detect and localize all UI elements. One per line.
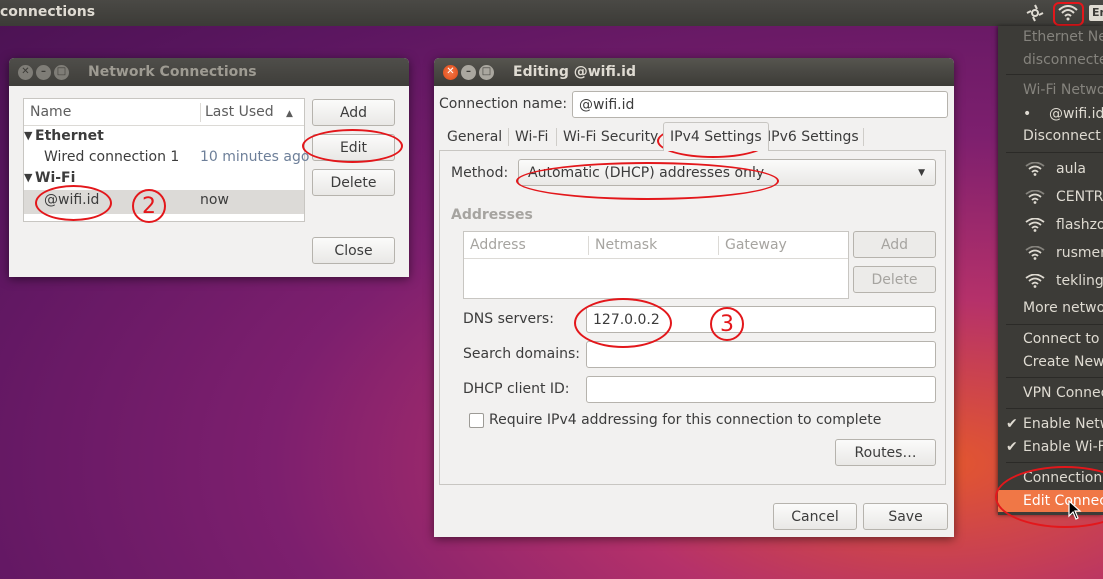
close-button[interactable]: Close: [312, 237, 395, 264]
wifi-item-annotation: [35, 185, 112, 221]
menu-enable-wifi[interactable]: ✔ Enable Wi-Fi: [998, 436, 1103, 458]
window-title: Network Connections: [88, 64, 257, 80]
minimize-icon[interactable]: –: [461, 64, 476, 80]
column-name[interactable]: Name: [30, 104, 71, 120]
tab-ipv6-settings[interactable]: IPv6 Settings: [761, 124, 865, 150]
search-domains-label: Search domains:: [463, 346, 580, 362]
require-ipv4-label: Require IPv4 addressing for this connect…: [489, 412, 882, 428]
addresses-table[interactable]: Address Netmask Gateway: [463, 231, 849, 299]
annotation-number-3: 3: [710, 307, 744, 341]
expander-icon: ▼: [24, 129, 33, 142]
sync-icon[interactable]: [1024, 3, 1046, 23]
maximize-icon[interactable]: □: [54, 64, 69, 80]
menu-network-tekling[interactable]: tekling: [998, 270, 1103, 292]
wifi-signal-icon: [1025, 189, 1045, 211]
expander-icon: ▼: [24, 171, 33, 184]
address-add-button[interactable]: Add: [853, 231, 936, 258]
network-menu: Ethernet Ne disconnecte Wi-Fi Netwo • @w…: [998, 26, 1103, 515]
menu-connect-hidden[interactable]: Connect to H: [998, 328, 1103, 350]
sort-arrow-icon: ▲: [286, 109, 293, 119]
network-connections-titlebar: ✕ – □ Network Connections: [9, 58, 409, 86]
close-icon[interactable]: ✕: [18, 64, 33, 80]
delete-button[interactable]: Delete: [312, 169, 395, 196]
cancel-button[interactable]: Cancel: [773, 503, 857, 530]
wifi-signal-icon: [1025, 273, 1045, 295]
maximize-icon[interactable]: □: [479, 64, 494, 80]
wifi-signal-icon: [1025, 217, 1045, 239]
address-delete-button[interactable]: Delete: [853, 266, 936, 293]
menu-network-aula[interactable]: aula: [998, 158, 1103, 180]
menu-wifi-header: Wi-Fi Netwo: [1023, 82, 1103, 98]
menu-network-rusmer[interactable]: rusmer: [998, 242, 1103, 264]
connection-name-label: Connection name:: [439, 96, 568, 112]
save-button[interactable]: Save: [863, 503, 948, 530]
list-item-wired[interactable]: Wired connection 1 10 minutes ago: [24, 148, 309, 170]
method-annotation: [516, 162, 779, 200]
window-title: Editing @wifi.id: [513, 64, 636, 80]
menu-current-network[interactable]: • @wifi.id: [998, 103, 1103, 125]
menu-vpn-connections[interactable]: VPN Connec: [998, 382, 1103, 404]
menu-create-new[interactable]: Create New: [998, 351, 1103, 373]
editing-titlebar: ✕ – □ Editing @wifi.id: [434, 58, 954, 86]
top-panel: connections En: [0, 0, 1103, 26]
panel-title: connections: [0, 4, 96, 20]
connection-name-input[interactable]: @wifi.id: [572, 91, 948, 118]
column-netmask: Netmask: [595, 237, 658, 253]
method-label: Method:: [451, 165, 509, 181]
keyboard-indicator[interactable]: En: [1089, 5, 1103, 21]
menu-network-centra[interactable]: CENTRA: [998, 186, 1103, 208]
column-gateway: Gateway: [725, 237, 787, 253]
minimize-icon[interactable]: –: [36, 64, 51, 80]
menu-ethernet-header: Ethernet Ne: [1023, 29, 1103, 45]
column-address: Address: [470, 237, 526, 253]
wifi-icon-annotation: [1053, 2, 1084, 26]
require-ipv4-checkbox[interactable]: [469, 413, 484, 428]
editing-window: ✕ – □ Editing @wifi.id Connection name: …: [434, 58, 954, 537]
mouse-cursor-icon: [1068, 500, 1082, 520]
edit-annotation: [302, 129, 403, 163]
tab-wifi[interactable]: Wi-Fi: [509, 124, 554, 150]
network-connections-window: ✕ – □ Network Connections Name Last Used…: [9, 58, 409, 277]
wifi-signal-icon: [1025, 245, 1045, 267]
dns-annotation: [574, 298, 672, 348]
column-last-used[interactable]: Last Used: [205, 104, 274, 120]
tab-wifi-security[interactable]: Wi-Fi Security: [557, 124, 664, 150]
check-icon: ✔: [1006, 416, 1018, 432]
menu-network-flashzo[interactable]: flashzo: [998, 214, 1103, 236]
menu-disconnect[interactable]: Disconnect: [998, 125, 1103, 147]
addresses-label: Addresses: [451, 207, 533, 223]
dhcp-client-id-input[interactable]: [586, 376, 936, 403]
chevron-down-icon: ▼: [918, 168, 925, 178]
menu-more-networks[interactable]: More netwo: [998, 297, 1103, 319]
bullet-icon: •: [1023, 106, 1032, 122]
close-icon[interactable]: ✕: [443, 64, 458, 80]
dhcp-client-id-label: DHCP client ID:: [463, 381, 570, 397]
tab-ipv4-settings[interactable]: IPv4 Settings: [663, 122, 769, 151]
dns-servers-label: DNS servers:: [463, 311, 554, 327]
routes-button[interactable]: Routes…: [835, 439, 936, 466]
group-ethernet[interactable]: ▼ Ethernet: [24, 127, 304, 149]
annotation-number-2: 2: [132, 189, 166, 223]
menu-ethernet-status: disconnecte: [1023, 52, 1103, 68]
check-icon: ✔: [1006, 439, 1018, 455]
menu-enable-networking[interactable]: ✔ Enable Netw: [998, 413, 1103, 435]
wifi-signal-icon: [1025, 161, 1045, 183]
tab-general[interactable]: General: [441, 124, 508, 150]
add-button[interactable]: Add: [312, 99, 395, 126]
ipv4-settings-panel: Method: Automatic (DHCP) addresses only …: [439, 150, 946, 485]
list-header: Name Last Used ▲: [24, 99, 304, 126]
